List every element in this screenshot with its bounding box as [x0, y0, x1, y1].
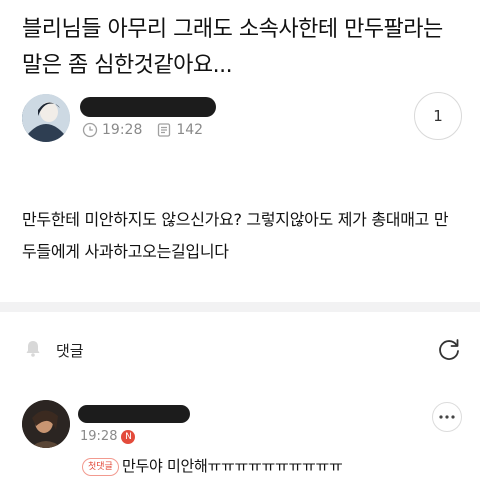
- post-meta: 19:28 142: [82, 122, 203, 138]
- commenter-avatar[interactable]: [22, 400, 70, 448]
- post-title: 블리님들 아무리 그래도 소속사한테 만두팔라는 말은 좀 심한것같아요...: [22, 17, 443, 78]
- section-divider: [0, 302, 480, 312]
- comments-label: 댓글: [56, 342, 84, 360]
- first-comment-badge: 첫댓글: [82, 458, 119, 476]
- comment-count: 1: [433, 107, 443, 125]
- post-author-row: 19:28 142 1: [22, 92, 462, 144]
- more-icon: [439, 415, 455, 419]
- author-name-redacted: [80, 97, 216, 117]
- commenter-name-redacted: [78, 405, 190, 423]
- refresh-icon[interactable]: [436, 336, 462, 362]
- new-badge: N: [121, 429, 136, 444]
- author-avatar[interactable]: [22, 94, 70, 142]
- comments-header: 댓글: [22, 334, 462, 366]
- comment-text: 만두야 미안해ㅠㅠㅠㅠㅠㅠㅠㅠㅠㅠ: [122, 457, 343, 475]
- comment-item: 19:28 N 첫댓글 만두야 미안해ㅠㅠㅠㅠㅠㅠㅠㅠㅠㅠ: [22, 398, 462, 492]
- avatar-photo: [22, 400, 70, 448]
- avatar-illustration: [22, 94, 70, 142]
- document-icon: [158, 123, 171, 137]
- comment-more-button[interactable]: [432, 402, 462, 432]
- post-views: 142: [176, 122, 204, 138]
- comment-meta: 19:28 N: [80, 429, 136, 444]
- comment-count-button[interactable]: 1: [414, 92, 462, 140]
- post-body: 만두한테 미안하지도 않으신가요? 그렇지않아도 제가 총대매고 만두들에게 사…: [22, 210, 449, 261]
- comment-time: 19:28: [80, 429, 118, 444]
- bell-icon[interactable]: [22, 338, 44, 360]
- post-time: 19:28: [102, 122, 143, 138]
- clock-icon: [82, 122, 98, 138]
